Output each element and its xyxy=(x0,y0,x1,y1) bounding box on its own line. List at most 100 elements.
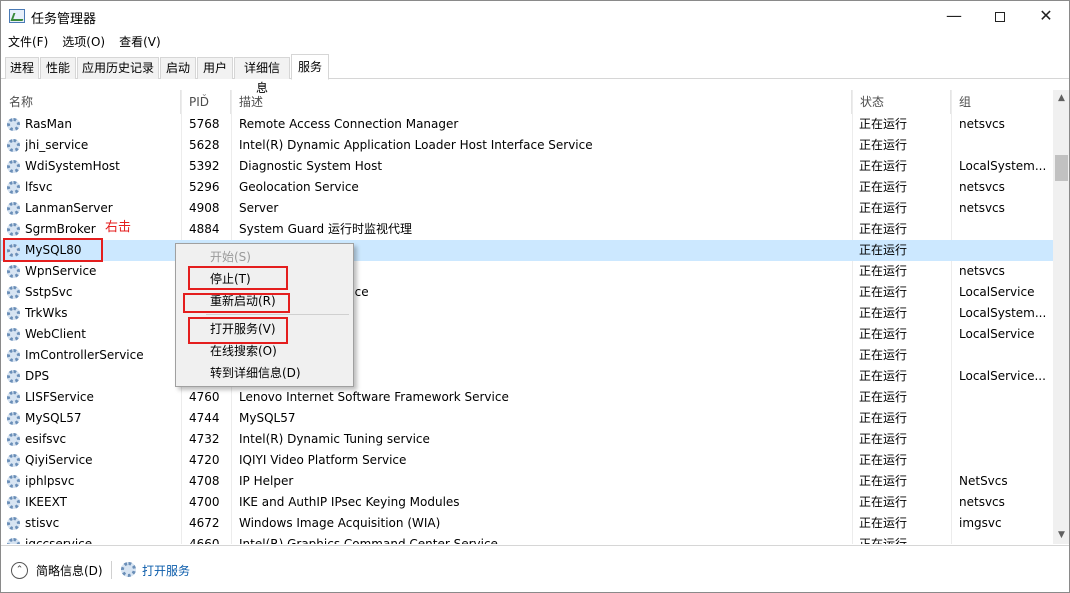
task-manager-icon xyxy=(9,9,25,23)
service-group xyxy=(959,534,1051,544)
scrollbar-thumb[interactable] xyxy=(1055,155,1068,181)
task-manager-window: 任务管理器 — ✕ 文件(F) 选项(O) 查看(V) 进程 性能 应用历史记录… xyxy=(0,0,1070,593)
menu-item-start: 开始(S) xyxy=(210,250,251,264)
title-bar[interactable]: 任务管理器 — ✕ xyxy=(1,1,1069,31)
service-gear-icon xyxy=(7,328,20,341)
service-group: LocalSystem... xyxy=(959,306,1047,320)
chevron-up-icon[interactable]: ⌃ xyxy=(11,562,28,579)
table-row[interactable]: lfsvc 5296 Geolocation Service 正在运行 netsvcs xyxy=(1,177,1053,198)
tab-processes[interactable]: 进程 xyxy=(5,57,39,79)
service-name: RasMan xyxy=(25,117,72,131)
table-row[interactable]: IKEEXT 4700 IKE and AuthIP IPsec Keying Mo… xyxy=(1,492,1053,513)
service-description: Server xyxy=(239,201,279,215)
service-group xyxy=(959,429,1051,450)
service-group xyxy=(959,408,1051,429)
table-row[interactable]: LISFService 4760 Lenovo Internet Software … xyxy=(1,387,1053,408)
service-gear-icon xyxy=(7,181,20,194)
table-row[interactable]: SstpSvceling Protocol Service正在运行LocalSe… xyxy=(1,282,1053,303)
service-pid: 4672 xyxy=(189,516,220,530)
table-row[interactable]: jhi_service 5628 Intel(R) Dynamic Applicat… xyxy=(1,135,1053,156)
service-pid: 4760 xyxy=(189,390,220,404)
service-group: netsvcs xyxy=(959,495,1005,509)
close-button[interactable]: ✕ xyxy=(1023,1,1069,31)
service-pid: 4744 xyxy=(189,411,220,425)
service-status: 正在运行 xyxy=(859,348,908,362)
table-row[interactable]: DPSvice正在运行LocalService... xyxy=(1,366,1053,387)
scroll-up-icon[interactable]: ▲ xyxy=(1053,90,1069,107)
table-row[interactable]: LanmanServer 4908 Server 正在运行 netsvcs xyxy=(1,198,1053,219)
service-name: WpnService xyxy=(25,264,97,278)
service-pid: 4732 xyxy=(189,432,220,446)
service-status: 正在运行 xyxy=(859,495,908,509)
service-status: 正在运行 xyxy=(859,243,908,257)
minimize-button[interactable]: — xyxy=(931,1,977,31)
tab-strip: 进程 性能 应用历史记录 启动 用户 详细信息 服务 xyxy=(1,54,1069,95)
scroll-down-icon[interactable]: ▼ xyxy=(1053,527,1069,544)
service-description: Diagnostic System Host xyxy=(239,159,383,173)
service-pid: 4660 xyxy=(189,537,220,544)
table-row[interactable]: SgrmBroker 4884 System Guard 运行时监视代理 正在运行 xyxy=(1,219,1053,240)
tab-services[interactable]: 服务 xyxy=(291,54,329,80)
tab-users[interactable]: 用户 xyxy=(197,57,233,79)
column-header-name[interactable]: 名称 xyxy=(1,90,181,114)
service-description: IP Helper xyxy=(239,474,294,488)
table-row[interactable]: MySQL80 正在运行 xyxy=(1,240,1053,261)
service-description: System Guard 运行时监视代理 xyxy=(239,222,412,236)
vertical-scrollbar[interactable]: ▲ ▼ xyxy=(1053,90,1069,544)
service-group: LocalService xyxy=(959,327,1035,341)
menu-file[interactable]: 文件(F) xyxy=(1,32,55,52)
fewer-details-button[interactable]: 简略信息(D) xyxy=(36,562,103,579)
service-gear-icon xyxy=(7,538,20,544)
table-row[interactable]: esifsvc 4732 Intel(R) Dynamic Tuning servi… xyxy=(1,429,1053,450)
service-pid: 5628 xyxy=(189,138,220,152)
service-status: 正在运行 xyxy=(859,369,908,383)
open-services-link[interactable]: 打开服务 xyxy=(142,562,190,579)
service-status: 正在运行 xyxy=(859,432,908,446)
tab-details[interactable]: 详细信息 xyxy=(234,57,290,95)
table-row[interactable]: WebClient 正在运行 LocalService xyxy=(1,324,1053,345)
column-header-description[interactable]: 描述 xyxy=(231,90,852,114)
table-row[interactable]: MySQL57 4744 MySQL57 正在运行 xyxy=(1,408,1053,429)
table-row[interactable]: QiyiService 4720 IQIYI Video Platform Serv… xyxy=(1,450,1053,471)
table-row[interactable]: TrkWkscking Client正在运行LocalSystem... xyxy=(1,303,1053,324)
service-pid: 4700 xyxy=(189,495,220,509)
service-gear-icon xyxy=(7,307,20,320)
table-row[interactable]: iphlpsvc 4708 IP Helper 正在运行 NetSvcs xyxy=(1,471,1053,492)
column-header-group[interactable]: 组 xyxy=(951,90,1053,114)
service-description: MySQL57 xyxy=(239,411,296,425)
table-row[interactable]: RasMan 5768 Remote Access Connection Manag… xyxy=(1,114,1053,135)
column-header-status[interactable]: 状态 xyxy=(852,90,951,114)
tab-startup[interactable]: 启动 xyxy=(160,57,196,79)
menu-separator xyxy=(206,314,349,315)
service-gear-icon xyxy=(7,139,20,152)
service-group: netsvcs xyxy=(959,201,1005,215)
table-row[interactable]: ImControllerServiceundation Service正在运行 xyxy=(1,345,1053,366)
service-description: Intel(R) Dynamic Application Loader Host… xyxy=(239,138,593,152)
services-table: 名称 PID ⌄ 描述 状态 组 RasMan 5768 Remote Access… xyxy=(1,90,1053,544)
menu-view[interactable]: 查看(V) xyxy=(112,32,168,52)
table-row[interactable]: WdiSystemHost 5392 Diagnostic System Host 正… xyxy=(1,156,1053,177)
service-group: NetSvcs xyxy=(959,474,1008,488)
menu-options[interactable]: 选项(O) xyxy=(55,32,112,52)
service-status: 正在运行 xyxy=(859,201,908,215)
table-row[interactable]: igccservice 4660 Intel(R) Graphics Command… xyxy=(1,534,1053,544)
service-group: netsvcs xyxy=(959,264,1005,278)
table-row[interactable]: WpnService统服务正在运行netsvcs xyxy=(1,261,1053,282)
service-name: stisvc xyxy=(25,516,60,530)
annotation-box-mysql80 xyxy=(3,238,103,262)
service-gear-icon xyxy=(7,475,20,488)
service-group: LocalSystem... xyxy=(959,159,1047,173)
table-row[interactable]: stisvc 4672 Windows Image Acquisition (WIA… xyxy=(1,513,1053,534)
service-gear-icon xyxy=(7,433,20,446)
annotation-box-open-services xyxy=(188,317,288,344)
maximize-button[interactable] xyxy=(977,1,1023,31)
tab-app-history[interactable]: 应用历史记录 xyxy=(77,57,159,79)
service-group xyxy=(959,240,1051,261)
service-description: Remote Access Connection Manager xyxy=(239,117,459,131)
service-gear-icon xyxy=(7,118,20,131)
service-status: 正在运行 xyxy=(859,474,908,488)
window-title: 任务管理器 xyxy=(31,12,97,27)
service-name: igccservice xyxy=(25,537,93,544)
tab-performance[interactable]: 性能 xyxy=(40,57,76,79)
menu-item-go-to-details[interactable]: 转到详细信息(D) xyxy=(176,362,353,384)
